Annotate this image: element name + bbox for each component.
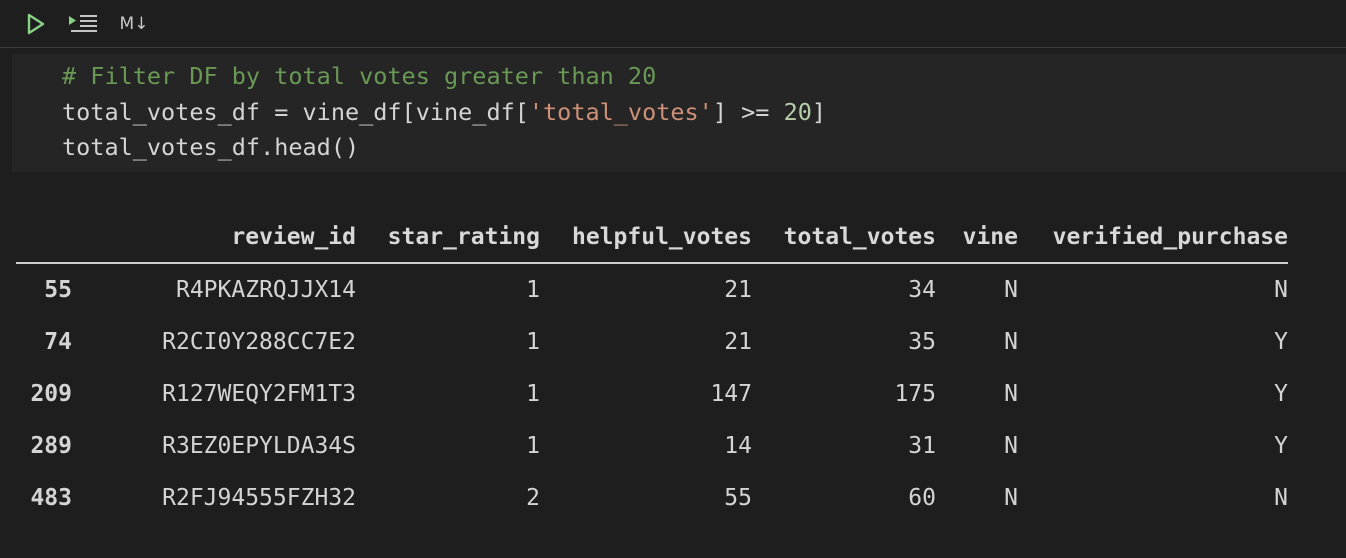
code-string: 'total_votes' [528,98,713,126]
code-text: ] [811,98,827,126]
cell-helpful-votes: 147 [710,381,752,407]
row-index: 483 [30,485,72,511]
row-index: 55 [44,277,72,303]
cell-review-id: R3EZ0EPYLDA34S [162,433,356,459]
table-row: 483 R2FJ94555FZH32 2 55 60 N N [16,472,1288,524]
row-index: 74 [44,329,72,355]
code-text: total_votes_df = vine_df[vine_df[ [62,98,529,126]
table-row: 55 R4PKAZRQJJX14 1 21 34 N N [16,263,1288,316]
cell-total-votes: 34 [908,277,936,303]
table-row: 209 R127WEQY2FM1T3 1 147 175 N Y [16,368,1288,420]
column-header-verified-purchase: verified_purchase [1018,212,1288,264]
cell-total-votes: 35 [908,329,936,355]
markdown-label: M↓ [119,14,149,34]
cell-star-rating: 1 [526,433,540,459]
cell-star-rating: 2 [526,485,540,511]
output-dataframe-table: review_id star_rating helpful_votes tota… [16,212,1288,524]
notebook-page: M↓ # Filter DF by total votes greater th… [0,0,1346,558]
cell-vine: N [1004,485,1018,511]
cell-vine: N [1004,433,1018,459]
cell-total-votes: 175 [894,381,936,407]
column-header-helpful-votes: helpful_votes [540,212,752,264]
cell-review-id: R127WEQY2FM1T3 [162,381,356,407]
cell-vine: N [1004,381,1018,407]
column-header-review-id: review_id [72,212,356,264]
cell-verified-purchase: Y [1274,433,1288,459]
table-row: 74 R2CI0Y288CC7E2 1 21 35 N Y [16,316,1288,368]
cell-star-rating: 1 [526,277,540,303]
play-icon [27,13,45,35]
code-text: ] >= [712,98,784,126]
row-index: 209 [30,381,72,407]
run-below-button[interactable] [62,8,104,40]
cell-total-votes: 60 [908,485,936,511]
code-text: total_votes_df.head() [62,133,360,161]
cell-vine: N [1004,329,1018,355]
code-line-1: # Filter DF by total votes greater than … [62,58,656,94]
cell-total-votes: 31 [908,433,936,459]
run-below-icon [69,15,97,32]
cell-star-rating: 1 [526,329,540,355]
row-index: 289 [30,433,72,459]
cell-verified-purchase: N [1274,485,1288,511]
cell-verified-purchase: Y [1274,329,1288,355]
table-header-row: review_id star_rating helpful_votes tota… [16,212,1288,264]
cell-helpful-votes: 14 [724,433,752,459]
cell-helpful-votes: 21 [724,329,752,355]
column-header-vine: vine [936,212,1018,264]
code-line-2: total_votes_df = vine_df[vine_df['total_… [62,94,826,130]
markdown-toggle-button[interactable]: M↓ [112,8,156,40]
cell-vine: N [1004,277,1018,303]
column-header-index [16,212,72,264]
run-cell-button[interactable] [20,8,52,40]
cell-verified-purchase: Y [1274,381,1288,407]
code-line-3: total_votes_df.head() [62,129,359,165]
code-cell-editor[interactable]: # Filter DF by total votes greater than … [12,54,1346,172]
cell-helpful-votes: 55 [724,485,752,511]
cell-helpful-votes: 21 [724,277,752,303]
cell-review-id: R2FJ94555FZH32 [162,485,356,511]
cell-review-id: R4PKAZRQJJX14 [175,277,356,303]
cell-review-id: R2CI0Y288CC7E2 [162,329,356,355]
table-row: 289 R3EZ0EPYLDA34S 1 14 31 N Y [16,420,1288,472]
column-header-star-rating: star_rating [356,212,540,264]
cell-verified-purchase: N [1274,277,1288,303]
cell-toolbar: M↓ [0,0,1346,48]
code-number: 20 [783,98,812,126]
code-comment: # Filter DF by total votes greater than … [62,62,657,90]
column-header-total-votes: total_votes [752,212,936,264]
cell-star-rating: 1 [526,381,540,407]
